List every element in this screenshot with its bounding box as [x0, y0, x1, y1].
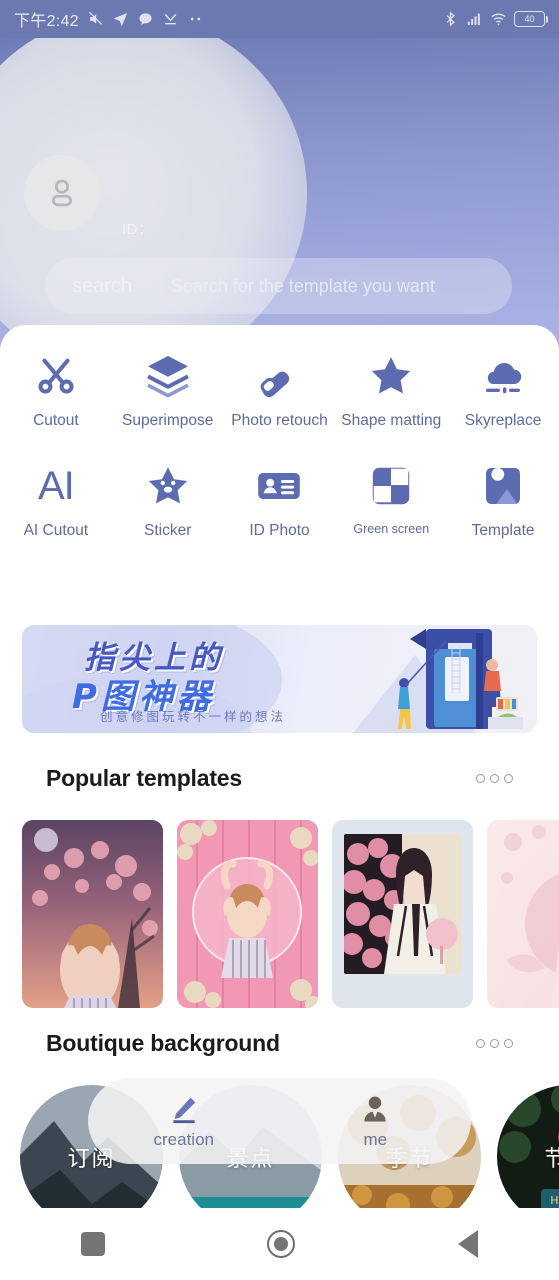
tool-label: Template	[471, 522, 535, 539]
template-thumb	[344, 834, 461, 974]
battery-level: 40	[524, 14, 535, 24]
tool-green-screen[interactable]: Green screen	[335, 457, 447, 540]
avatar[interactable]	[24, 155, 100, 231]
tool-label: Superimpose	[122, 412, 214, 429]
tool-template[interactable]: Template	[447, 457, 559, 540]
page-title: Popular templates	[46, 765, 242, 791]
chat-icon	[139, 13, 152, 25]
tool-label: Sticker	[144, 522, 192, 539]
user-id-label: ID：	[122, 221, 154, 238]
person-avatar-icon	[51, 179, 73, 207]
template-thumb	[22, 820, 163, 1008]
pencil-icon	[168, 1092, 200, 1126]
person-icon	[360, 1092, 390, 1126]
tool-label: Photo retouch	[231, 412, 328, 429]
search-placeholder: Search for the template you want	[170, 275, 435, 296]
check-icon	[164, 13, 177, 25]
android-nav-bar	[0, 1208, 559, 1280]
more-icon	[190, 17, 201, 21]
template-card-1[interactable]	[22, 820, 163, 1008]
eraser-icon	[261, 371, 290, 398]
signal-icon	[467, 13, 480, 25]
mute-icon	[88, 11, 102, 25]
search-divider: |	[159, 275, 164, 296]
search-label: search	[72, 274, 133, 297]
layers-icon	[146, 356, 189, 398]
tool-skyreplace[interactable]: Skyreplace	[447, 347, 559, 430]
status-time: 下午2:42	[14, 13, 79, 30]
send-icon	[113, 13, 128, 27]
popular-templates-header: Popular templates	[0, 765, 559, 792]
promo-banner[interactable]: 指尖上的 P图神器 创意修图玩转不一样的想法	[22, 625, 537, 733]
svg-text:Happy: Happy	[550, 1194, 559, 1207]
page-title: Boutique background	[46, 1030, 280, 1056]
tool-row-2: AI AI Cutout Sticker ID Photo Green scre…	[0, 457, 559, 540]
scissors-icon	[38, 358, 74, 394]
wifi-icon	[491, 13, 506, 26]
bluetooth-icon	[446, 11, 455, 27]
template-card-2[interactable]	[177, 820, 318, 1008]
tool-label: Shape matting	[341, 412, 442, 429]
search-bar[interactable]: search | Search for the template you wan…	[45, 258, 512, 314]
tool-row-1: Cutout Superimpose Photo retouch Shape m…	[0, 347, 559, 430]
id-card-icon	[258, 473, 301, 499]
nav-label: creation	[153, 1130, 214, 1149]
status-bar-left: 下午2:42	[14, 7, 204, 31]
tool-superimpose[interactable]: Superimpose	[112, 347, 224, 430]
boutique-label: 节日	[544, 1146, 559, 1172]
tool-id-photo[interactable]: ID Photo	[224, 457, 336, 540]
tool-photo-retouch[interactable]: Photo retouch	[224, 347, 336, 430]
tool-label: AI Cutout	[23, 522, 89, 539]
template-thumb	[487, 820, 559, 1008]
template-list[interactable]	[0, 820, 559, 1010]
nav-label: me	[363, 1130, 388, 1149]
three-dots-icon[interactable]	[476, 774, 513, 783]
tool-sticker[interactable]: Sticker	[112, 457, 224, 540]
tool-label: Cutout	[33, 412, 79, 429]
banner-illustration	[398, 629, 523, 729]
bottom-nav-bar: creation me	[88, 1078, 471, 1164]
tool-label: ID Photo	[249, 522, 310, 539]
cloud-icon	[486, 363, 522, 394]
status-bar: 下午2:42 40	[0, 0, 559, 38]
star-icon	[372, 357, 411, 394]
circle-icon[interactable]	[267, 1230, 296, 1258]
tool-ai-cutout[interactable]: AI AI Cutout	[0, 457, 112, 540]
triangle-icon[interactable]	[457, 1230, 478, 1258]
template-card-4[interactable]	[487, 820, 559, 1008]
template-card-3[interactable]	[332, 820, 473, 1008]
boutique-background-header: Boutique background	[0, 1030, 559, 1057]
tool-shape-matting[interactable]: Shape matting	[335, 347, 447, 430]
checkerboard-icon	[373, 467, 410, 505]
status-bar-right: 40	[442, 11, 548, 27]
battery-icon: 40	[514, 11, 548, 27]
tool-label: Skyreplace	[464, 412, 542, 429]
banner-subtitle: 创意修图玩转不一样的想法	[100, 709, 287, 724]
app-root: 下午2:42 40 ID： search | Search for the te…	[0, 0, 559, 1280]
ai-text-icon: AI	[38, 464, 75, 508]
nav-item-me[interactable]: me	[280, 1078, 472, 1164]
nav-item-creation[interactable]: creation	[88, 1078, 280, 1164]
three-dots-icon[interactable]	[476, 1039, 513, 1048]
boutique-item[interactable]: Happy 节日	[497, 1085, 559, 1228]
tool-cutout[interactable]: Cutout	[0, 347, 112, 430]
picture-icon	[486, 468, 521, 504]
tool-grid: Cutout Superimpose Photo retouch Shape m…	[0, 347, 559, 540]
tool-label: Green screen	[353, 522, 430, 536]
template-thumb	[177, 820, 318, 1008]
square-icon[interactable]	[81, 1232, 106, 1256]
star-face-icon	[148, 467, 187, 504]
